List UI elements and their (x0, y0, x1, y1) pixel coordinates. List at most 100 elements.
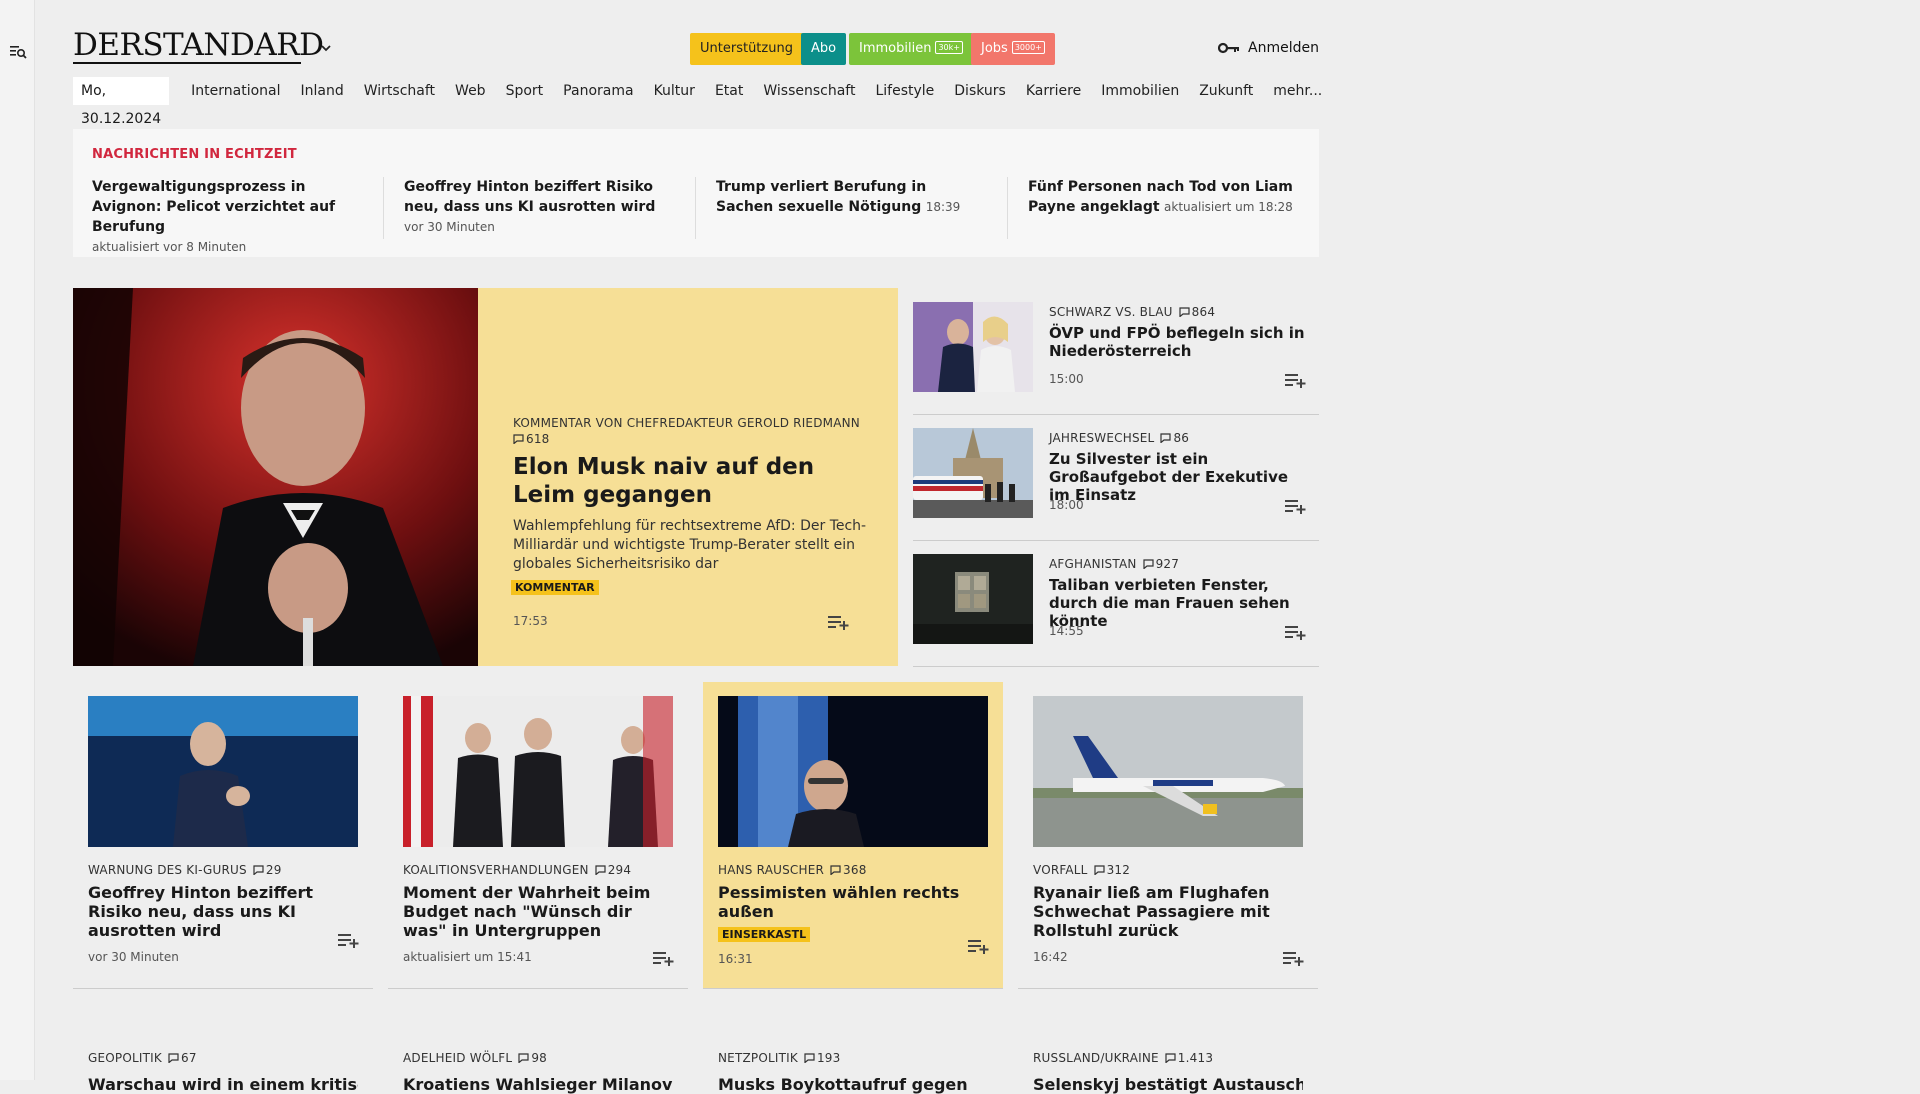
comment-count[interactable]: 1.413 (1165, 1051, 1213, 1065)
logo-underline (73, 62, 301, 64)
ticker-item[interactable]: Geoffrey Hinton beziffert Risiko neu, da… (404, 177, 674, 237)
nav-item-etat[interactable]: Etat (715, 83, 743, 99)
story-card[interactable]: Hans Rauscher 368 Pessimisten wählen rech… (703, 682, 1003, 989)
logo[interactable]: DERSTANDARD (73, 30, 324, 61)
nav-item-panorama[interactable]: Panorama (563, 83, 633, 99)
search-menu-icon[interactable] (9, 42, 27, 60)
ticker-headline: Geoffrey Hinton beziffert Risiko neu, da… (404, 179, 656, 215)
immobilien-label: Immobilien (859, 41, 932, 56)
nav-item-karriere[interactable]: Karriere (1026, 83, 1081, 99)
story-kicker: Koalitionsverhandlungen 294 (403, 862, 673, 878)
story-kicker: Russland/Ukraine 1.413 (1033, 1050, 1213, 1066)
story-headline[interactable]: Geoffrey Hinton beziffert Risiko neu, da… (88, 883, 358, 940)
ticker-meta: aktualisiert um 18:28 (1164, 200, 1293, 214)
lead-story[interactable]: Kommentar von Chefredakteur Gerold Riedm… (478, 288, 898, 666)
story-headline[interactable]: Ryanair ließ am Flughafen Schwechat Pass… (1033, 883, 1303, 940)
story-headline[interactable]: Warschau wird in einem kritischen (88, 1075, 358, 1094)
nav-item-zukunft[interactable]: Zukunft (1199, 83, 1253, 99)
comment-count[interactable]: 368 (830, 863, 867, 877)
story-card[interactable]: Warnung des KI-Gurus 29 Geoffrey Hinton b… (73, 682, 373, 989)
chevron-down-icon[interactable] (319, 41, 333, 55)
nav-item-immobilien[interactable]: Immobilien (1101, 83, 1179, 99)
playlist-add-icon[interactable] (1285, 498, 1306, 515)
kicker-text: Hans Rauscher (718, 863, 825, 877)
comment-count-value: 29 (265, 863, 282, 877)
ticker-item[interactable]: Trump verliert Berufung in Sachen se­xue… (716, 177, 986, 217)
playlist-add-icon[interactable] (338, 932, 359, 949)
playlist-add-icon[interactable] (1285, 624, 1306, 641)
playlist-add-icon[interactable] (653, 950, 674, 967)
comment-count[interactable]: 618 (513, 431, 868, 447)
lead-story-image[interactable] (73, 288, 478, 666)
nav-item-wissenschaft[interactable]: Wissenschaft (763, 83, 855, 99)
comment-count-value: 67 (180, 1051, 197, 1065)
comment-count[interactable]: 193 (804, 1051, 841, 1065)
timestamp: 16:31 (718, 952, 753, 966)
comment-count-value: 618 (526, 432, 550, 446)
comment-icon (253, 865, 264, 875)
playlist-add-icon[interactable] (828, 614, 849, 631)
nav-item-inland[interactable]: Inland (301, 83, 344, 99)
nav-item-sport[interactable]: Sport (506, 83, 544, 99)
support-button[interactable]: Unterstützung (690, 33, 803, 65)
story-headline[interactable]: ÖVP und FPÖ beflegeln sich in Niederöste… (1049, 324, 1309, 360)
jobs-button[interactable]: Jobs 3000+ (971, 33, 1055, 65)
story-kicker: Geopolitik 67 (88, 1050, 197, 1066)
comment-count[interactable]: 864 (1179, 305, 1216, 319)
playlist-add-icon[interactable] (1285, 372, 1306, 389)
comment-count[interactable]: 98 (518, 1051, 547, 1065)
story-headline[interactable]: Kroatiens Wahlsieger Milanović ist (403, 1075, 673, 1094)
story-kicker: Adelheid Wölfl 98 (403, 1050, 547, 1066)
abo-button[interactable]: Abo (801, 33, 847, 65)
lead-kicker: Kommentar von Chefredakteur Gerold Riedm… (513, 415, 868, 431)
side-story[interactable]: Jahreswechsel 86 Zu Silvester ist ein Gro… (913, 414, 1319, 541)
nav-item-wirtschaft[interactable]: Wirtschaft (364, 83, 435, 99)
comment-icon (513, 434, 524, 444)
story-headline[interactable]: Moment der Wahrheit beim Budget nach "Wü… (403, 883, 673, 940)
nav-item-lifestyle[interactable]: Lifestyle (875, 83, 934, 99)
login-label: Anmelden (1248, 40, 1319, 56)
comment-count-value: 294 (607, 863, 632, 877)
nav-item-international[interactable]: International (191, 83, 280, 99)
side-story[interactable]: Afghanistan 927 Taliban verbieten Fenster… (913, 540, 1319, 667)
story-headline[interactable]: Zu Silvester ist ein Großaufgebot der Ex… (1049, 450, 1309, 504)
comment-count-value: 98 (531, 1051, 547, 1065)
comment-count[interactable]: 29 (253, 863, 282, 877)
comment-icon (1179, 307, 1190, 317)
ticker-meta: vor 30 Minuten (404, 220, 495, 234)
story-card[interactable]: Koalitionsverhandlungen 294 Moment der Wa… (388, 682, 688, 989)
comment-count[interactable]: 67 (168, 1051, 197, 1065)
nav-item-more[interactable]: mehr... (1273, 83, 1322, 99)
side-story[interactable]: Schwarz vs. Blau 864 ÖVP und FPÖ beflegel… (913, 288, 1319, 415)
kicker-text: Vorfall (1033, 863, 1088, 877)
comment-count[interactable]: 86 (1160, 431, 1189, 445)
story-headline[interactable]: Selenskyj bestätigt Austausch von (1033, 1075, 1303, 1094)
lead-headline[interactable]: Elon Musk naiv auf den Leim gegangen (513, 453, 868, 509)
ticker-headline: Vergewaltigungsprozess in Avignon: Pelic… (92, 179, 336, 235)
playlist-add-icon[interactable] (1283, 950, 1304, 967)
story-headline[interactable]: Taliban verbieten Fenster, durch die man… (1049, 576, 1309, 630)
side-rail (0, 0, 35, 1080)
story-kicker: Afghanistan 927 (1049, 556, 1309, 572)
story-card[interactable]: Vorfall 312 Ryanair ließ am Flughafen Sch… (1018, 682, 1318, 989)
main-nav: Mo, 30.12.2024 International Inland Wirt… (73, 77, 1332, 127)
nav-item-kultur[interactable]: Kultur (654, 83, 695, 99)
story-image (718, 696, 988, 847)
key-icon (1218, 42, 1240, 54)
comment-count[interactable]: 312 (1093, 863, 1131, 877)
ticker-headline: Trump verliert Berufung in Sachen se­xue… (716, 179, 927, 215)
comment-count[interactable]: 294 (595, 863, 632, 877)
comment-icon (804, 1053, 815, 1063)
story-headline[interactable]: Musks Boykottaufruf gegen (718, 1075, 988, 1094)
ticker-item[interactable]: Vergewaltigungsprozess in Avignon: Pelic… (92, 177, 362, 257)
nav-item-web[interactable]: Web (455, 83, 486, 99)
nav-item-diskurs[interactable]: Diskurs (954, 83, 1006, 99)
comment-count[interactable]: 927 (1142, 557, 1180, 571)
ticker-item[interactable]: Fünf Personen nach Tod von Liam Payne an… (1028, 177, 1298, 217)
immobilien-button[interactable]: Immobilien 30k+ (849, 33, 973, 65)
playlist-add-icon[interactable] (968, 938, 989, 955)
kicker-text: Schwarz vs. Blau (1049, 305, 1173, 319)
story-headline[interactable]: Pessimisten wählen rechts außen (718, 883, 988, 921)
jobs-count-badge: 3000+ (1011, 41, 1045, 54)
login-button[interactable]: Anmelden (1218, 40, 1319, 56)
